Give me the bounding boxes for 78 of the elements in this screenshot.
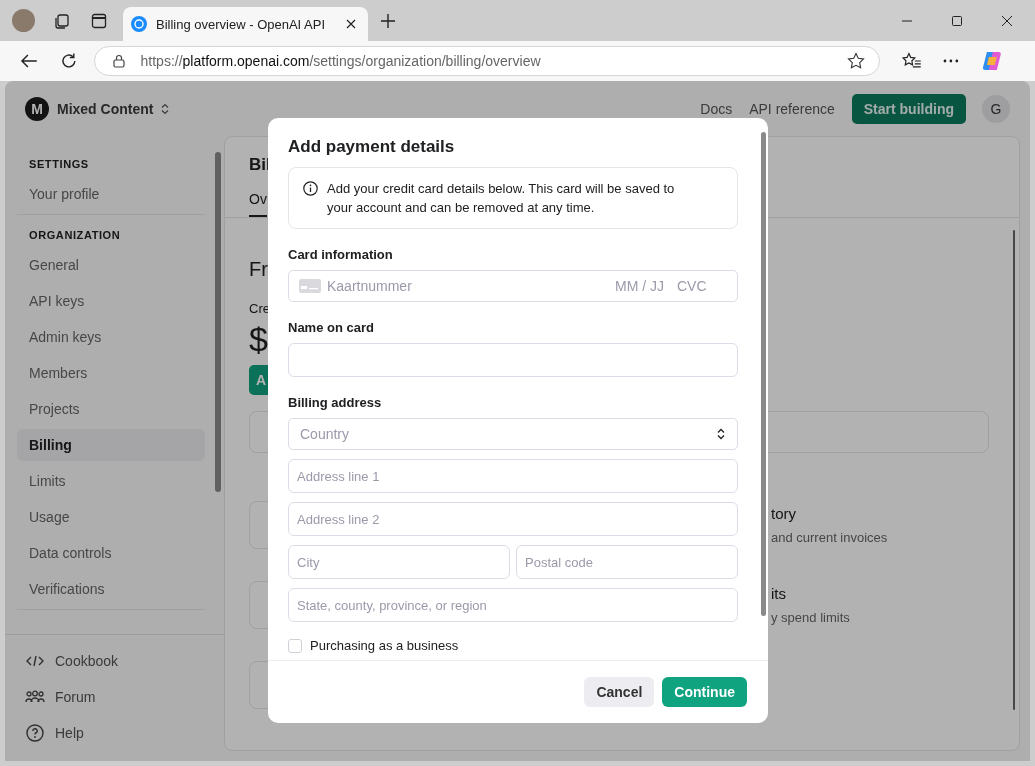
sidebar-tabs-icon[interactable]	[91, 12, 107, 29]
more-icon[interactable]	[943, 59, 960, 63]
address-field[interactable]: City	[288, 545, 510, 579]
url-text: https://platform.openai.com/settings/organization/billing/overview	[140, 53, 541, 69]
scrollbar[interactable]	[761, 132, 766, 616]
close-icon[interactable]	[1001, 14, 1013, 27]
sidebar-item[interactable]: Projects	[17, 393, 205, 425]
footer-link[interactable]: Help	[55, 725, 84, 741]
sidebar-item[interactable]: General	[17, 249, 205, 281]
logo-icon	[131, 16, 147, 32]
close-icon[interactable]	[346, 19, 356, 29]
user-avatar[interactable]: G	[982, 94, 1010, 123]
chevron-icon	[717, 428, 725, 440]
section-heading: Fr	[249, 258, 268, 281]
profile-avatar[interactable]	[12, 9, 35, 32]
tabs-icon[interactable]	[53, 11, 71, 30]
footer-link[interactable]: Forum	[55, 689, 96, 705]
info-text: Add your credit card details below. This card will be saved to your account and can be removed at any time.	[327, 180, 676, 217]
org-switcher[interactable]: Mixed Content	[57, 100, 154, 117]
checkbox[interactable]	[288, 638, 302, 653]
card-field[interactable]: Kaartnummer MM / JJ CVC	[288, 270, 738, 302]
start-building-button[interactable]: Start building	[851, 93, 966, 124]
code-icon	[25, 655, 45, 667]
refresh-icon[interactable]	[59, 52, 78, 70]
new-tab-icon[interactable]	[380, 12, 396, 29]
address-field[interactable]: State, county, province, or region	[288, 588, 738, 622]
sidebar-item[interactable]: Usage	[17, 501, 205, 533]
sidebar-item[interactable]: Your profile	[17, 178, 205, 210]
people-icon	[25, 690, 45, 704]
card-title[interactable]: its	[771, 585, 850, 602]
name-field[interactable]	[288, 343, 738, 377]
sidebar-item[interactable]: Data controls	[17, 537, 205, 569]
org-avatar: M	[25, 96, 49, 121]
expiry-field[interactable]: MM / JJ	[615, 278, 671, 294]
copilot-icon[interactable]	[981, 50, 1003, 72]
sidebar-item[interactable]: API keys	[17, 285, 205, 317]
sidebar-item[interactable]: Verifications	[17, 573, 205, 605]
scrollbar[interactable]	[1013, 230, 1015, 710]
sidebar-item[interactable]: Admin keys	[17, 321, 205, 353]
section-heading: SETTINGS	[28, 157, 90, 172]
info-icon	[303, 181, 318, 196]
card-number-field[interactable]: Kaartnummer	[327, 278, 609, 294]
credit-amount: $	[249, 320, 268, 359]
footer-link[interactable]: Cookbook	[55, 653, 119, 669]
section-heading: ORGANIZATION	[28, 228, 122, 243]
browser-tab[interactable]: Billing overview - OpenAI API	[123, 7, 368, 41]
cvc-field[interactable]: CVC	[677, 278, 717, 294]
address-field[interactable]: Address line 1	[288, 459, 738, 493]
help-icon	[25, 724, 45, 742]
tab[interactable]: Ov	[249, 191, 267, 217]
card-description: y spend limits	[771, 610, 850, 625]
maximize-icon[interactable]	[951, 14, 963, 27]
country-select[interactable]: Country	[288, 418, 738, 450]
field-label: Billing address	[288, 395, 383, 410]
credit-card-icon	[299, 279, 321, 293]
nav-link[interactable]: Docs	[700, 100, 733, 117]
dialog-title: Add payment details	[288, 137, 456, 157]
card-title[interactable]: tory	[771, 505, 888, 522]
checkbox-label: Purchasing as a business	[310, 638, 459, 653]
continue-button[interactable]: Continue	[662, 677, 747, 707]
lock-icon	[112, 54, 125, 68]
sidebar-item[interactable]: Limits	[17, 465, 205, 497]
sidebar-item[interactable]: Billing	[17, 429, 205, 461]
star-icon[interactable]	[846, 52, 865, 70]
chevron-icon[interactable]	[161, 102, 170, 115]
address-field[interactable]: Address line 2	[288, 502, 738, 536]
field-label: Name on card	[288, 320, 375, 335]
back-arrow-icon[interactable]	[20, 53, 38, 69]
scrollbar[interactable]	[215, 152, 221, 492]
sidebar-item[interactable]: Members	[17, 357, 205, 389]
card-description: and current invoices	[771, 530, 888, 545]
address-field[interactable]: Postal code	[516, 545, 738, 579]
field-label: Card information	[288, 247, 394, 262]
address-bar[interactable]: https://platform.openai.com/settings/organization/billing/overview	[93, 46, 880, 76]
favorites-icon[interactable]	[901, 52, 922, 70]
cancel-button[interactable]: Cancel	[584, 677, 655, 707]
nav-link[interactable]: API reference	[749, 100, 835, 117]
tab-title: Billing overview - OpenAI API	[156, 16, 327, 32]
